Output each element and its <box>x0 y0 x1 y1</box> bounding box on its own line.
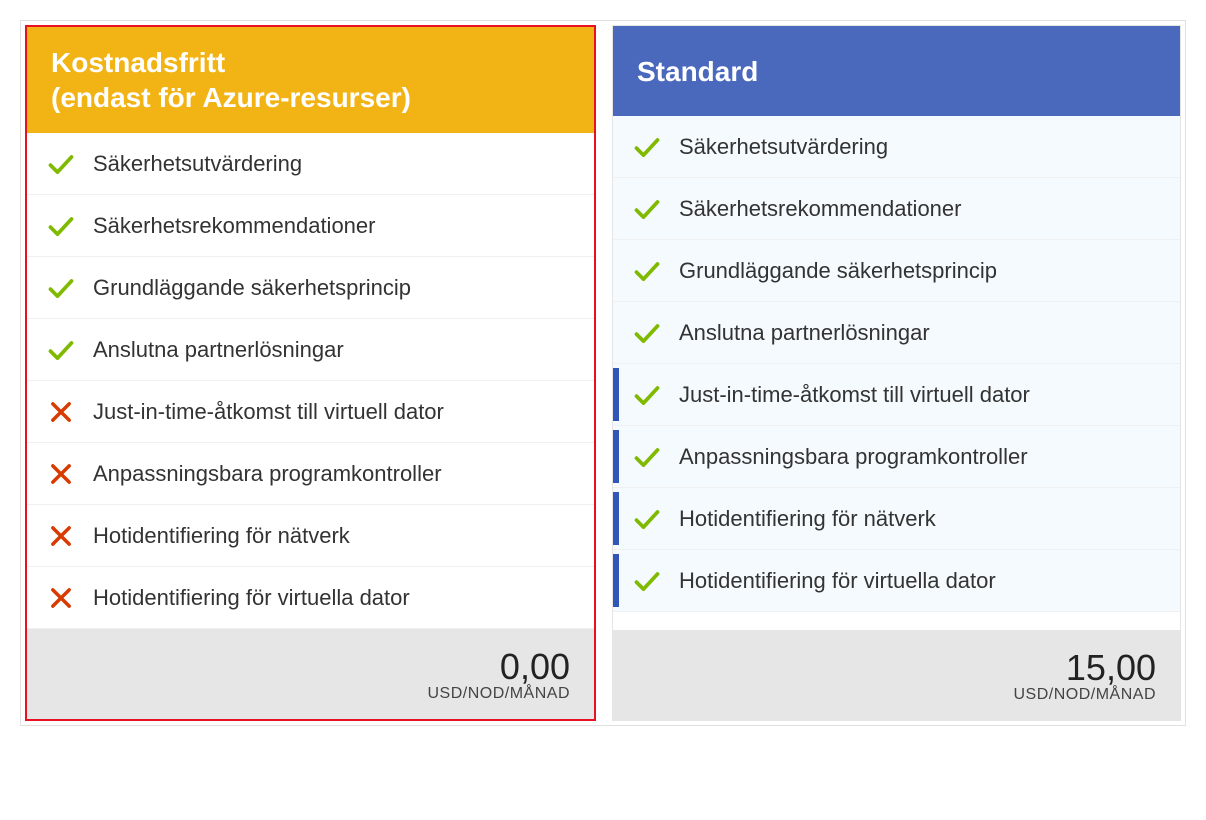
tier-title: Kostnadsfritt (endast för Azure-resurser… <box>51 45 411 115</box>
feature-label: Just-in-time-åtkomst till virtuell dator <box>679 382 1030 408</box>
pricing-tier-comparison: Kostnadsfritt (endast för Azure-resurser… <box>20 20 1186 726</box>
cross-icon <box>47 398 75 426</box>
check-icon <box>633 319 661 347</box>
feature-row: Hotidentifiering för virtuella dator <box>27 567 594 629</box>
feature-label: Just-in-time-åtkomst till virtuell dator <box>93 399 444 425</box>
check-icon <box>633 257 661 285</box>
price-amount: 15,00 <box>637 650 1156 686</box>
feature-row: Hotidentifiering för nätverk <box>27 505 594 567</box>
feature-label: Hotidentifiering för nätverk <box>679 506 936 532</box>
feature-label: Grundläggande säkerhetsprincip <box>679 258 997 284</box>
feature-label: Säkerhetsrekommendationer <box>679 196 961 222</box>
feature-row: Säkerhetsutvärdering <box>27 133 594 195</box>
check-icon <box>47 336 75 364</box>
feature-label: Säkerhetsutvärdering <box>93 151 302 177</box>
check-icon <box>47 150 75 178</box>
feature-row: Anpassningsbara programkontroller <box>613 426 1180 488</box>
price-unit: USD/NOD/MÅNAD <box>51 685 570 703</box>
check-icon <box>633 443 661 471</box>
cross-icon <box>47 460 75 488</box>
features-list-standard: Säkerhetsutvärdering Säkerhetsrekommendat… <box>613 116 1180 612</box>
feature-label: Säkerhetsrekommendationer <box>93 213 375 239</box>
feature-row: Säkerhetsutvärdering <box>613 116 1180 178</box>
check-icon <box>47 212 75 240</box>
check-icon <box>633 133 661 161</box>
feature-label: Anslutna partnerlösningar <box>679 320 930 346</box>
feature-row: Säkerhetsrekommendationer <box>27 195 594 257</box>
feature-label: Grundläggande säkerhetsprincip <box>93 275 411 301</box>
cross-icon <box>47 584 75 612</box>
feature-label: Säkerhetsutvärdering <box>679 134 888 160</box>
feature-label: Anslutna partnerlösningar <box>93 337 344 363</box>
tier-header-free: Kostnadsfritt (endast för Azure-resurser… <box>27 27 594 133</box>
feature-row: Hotidentifiering för nätverk <box>613 488 1180 550</box>
pricing-tier-free[interactable]: Kostnadsfritt (endast för Azure-resurser… <box>25 25 596 721</box>
tier-title: Standard <box>637 54 758 89</box>
feature-label: Hotidentifiering för virtuella dator <box>679 568 996 594</box>
features-list-free: Säkerhetsutvärdering Säkerhetsrekommendat… <box>27 133 594 629</box>
check-icon <box>47 274 75 302</box>
feature-label: Hotidentifiering för nätverk <box>93 523 350 549</box>
feature-row: Just-in-time-åtkomst till virtuell dator <box>613 364 1180 426</box>
price-amount: 0,00 <box>51 649 570 685</box>
feature-row: Anpassningsbara programkontroller <box>27 443 594 505</box>
pricing-tier-standard[interactable]: Standard Säkerhetsutvärdering Säkerhetsre… <box>612 25 1181 721</box>
check-icon <box>633 567 661 595</box>
feature-row: Anslutna partnerlösningar <box>27 319 594 381</box>
feature-row: Grundläggande säkerhetsprincip <box>27 257 594 319</box>
price-footer-free: 0,00 USD/NOD/MÅNAD <box>27 629 594 719</box>
tier-header-standard: Standard <box>613 26 1180 116</box>
check-icon <box>633 381 661 409</box>
feature-row: Just-in-time-åtkomst till virtuell dator <box>27 381 594 443</box>
feature-label: Hotidentifiering för virtuella dator <box>93 585 410 611</box>
feature-row: Anslutna partnerlösningar <box>613 302 1180 364</box>
feature-label: Anpassningsbara programkontroller <box>93 461 442 487</box>
feature-row: Grundläggande säkerhetsprincip <box>613 240 1180 302</box>
check-icon <box>633 505 661 533</box>
feature-label: Anpassningsbara programkontroller <box>679 444 1028 470</box>
feature-row: Hotidentifiering för virtuella dator <box>613 550 1180 612</box>
price-unit: USD/NOD/MÅNAD <box>637 686 1156 704</box>
cross-icon <box>47 522 75 550</box>
feature-row: Säkerhetsrekommendationer <box>613 178 1180 240</box>
check-icon <box>633 195 661 223</box>
price-footer-standard: 15,00 USD/NOD/MÅNAD <box>613 630 1180 720</box>
